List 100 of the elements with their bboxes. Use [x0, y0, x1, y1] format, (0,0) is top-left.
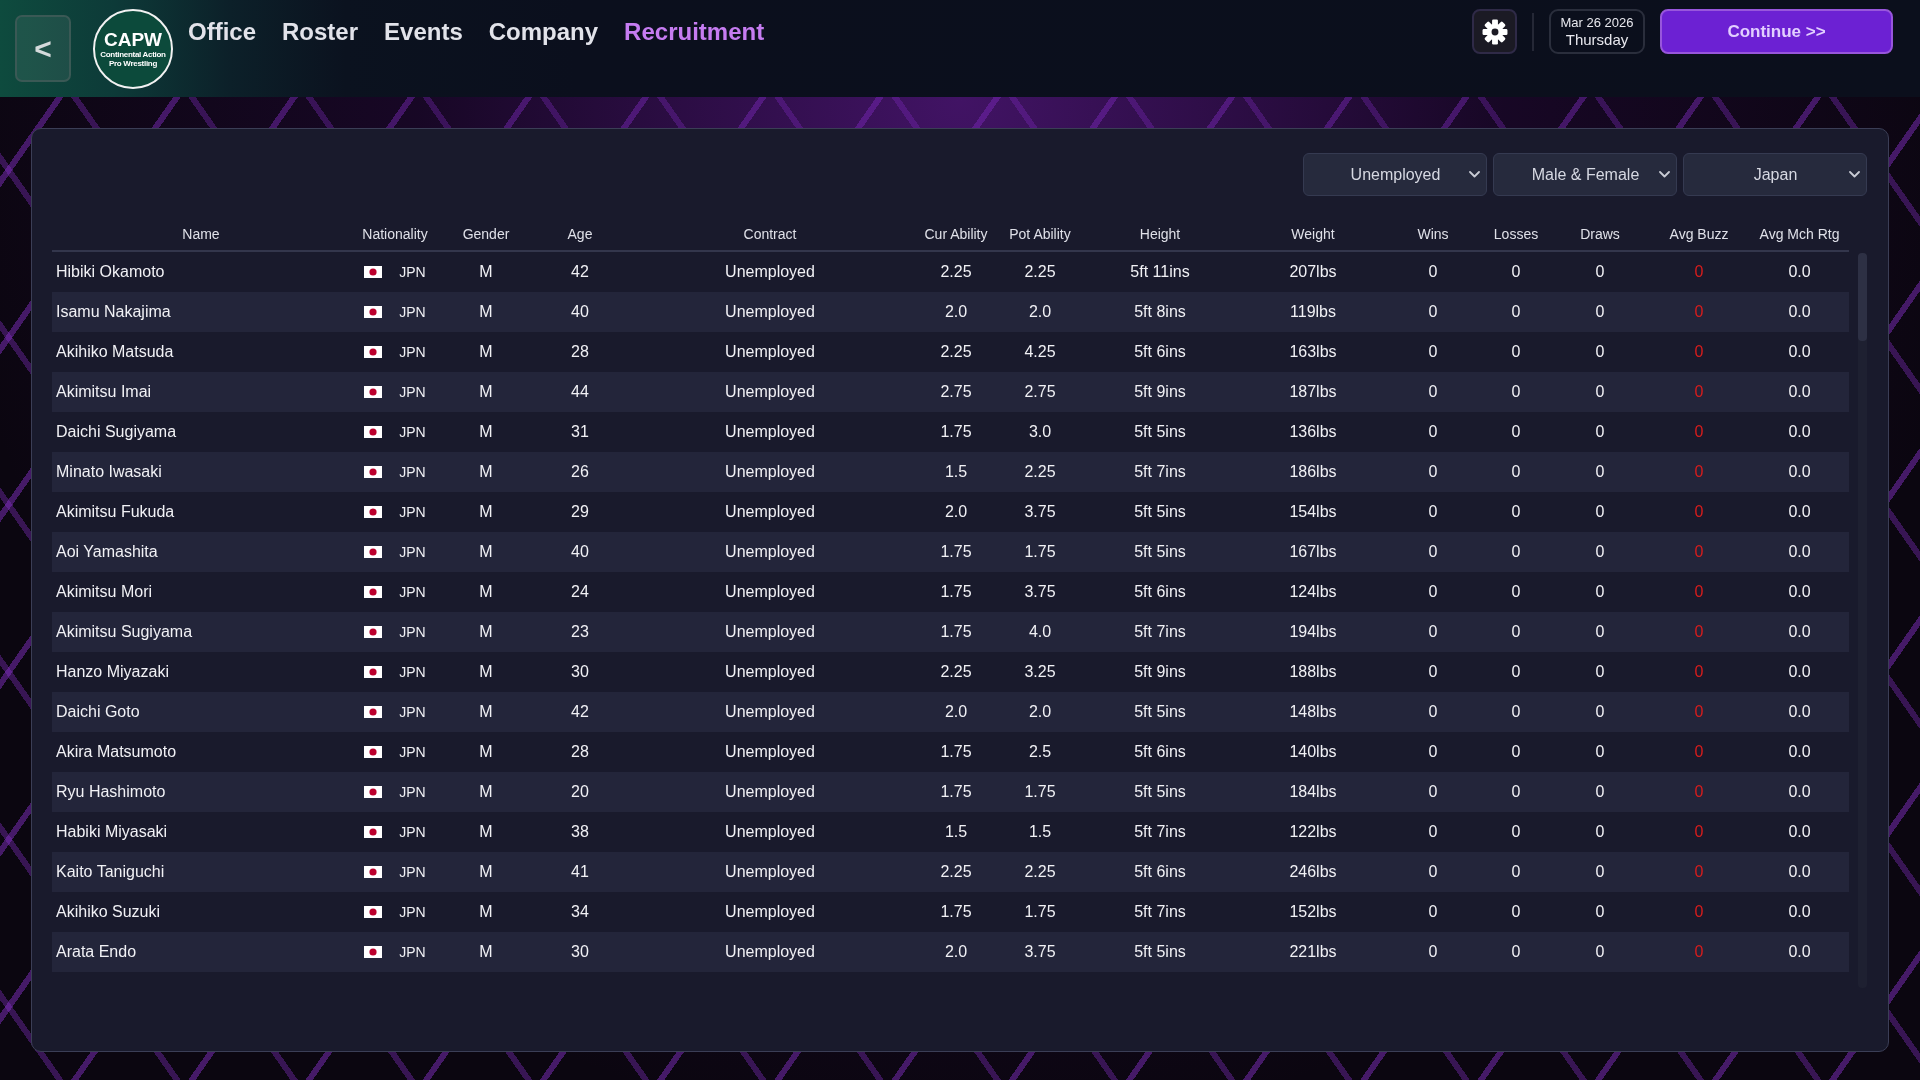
table-cell: 0 — [1511, 423, 1521, 441]
table-row[interactable]: Ryu Hashimoto JPN M 20 Unemployed 1.75 1.75 5ft 5ins 184lbs 0 0 0 0 0.0 — [52, 772, 1849, 812]
chevron-down-icon — [1849, 171, 1860, 178]
table-cell: 40 — [571, 303, 589, 321]
logo-subtitle: Continental Action Pro Wrestling — [99, 50, 167, 68]
table-cell: 0 — [1428, 943, 1438, 961]
table-cell: 0.0 — [1788, 343, 1811, 361]
flag-icon — [364, 386, 383, 398]
table-row[interactable]: Akimitsu Imai JPN M 44 Unemployed 2.75 2.75 5ft 9ins 187lbs 0 0 0 0 0.0 — [52, 372, 1849, 412]
flag-icon — [364, 866, 383, 878]
table-cell: 124lbs — [1289, 583, 1337, 601]
table-cell: 1.75 — [940, 783, 972, 801]
table-cell: 5ft 5ins — [1134, 703, 1186, 721]
scrollbar[interactable] — [1858, 253, 1867, 988]
table-cell: 3.75 — [1024, 503, 1056, 521]
column-header[interactable]: Contract — [743, 226, 797, 242]
column-header[interactable]: Wins — [1417, 226, 1449, 242]
flag-icon — [364, 466, 383, 478]
table-cell: 0 — [1428, 583, 1438, 601]
table-cell: 1.75 — [1024, 543, 1056, 561]
table-cell: 41 — [571, 863, 589, 881]
flag-icon — [364, 666, 383, 678]
table-cell: 0 — [1428, 663, 1438, 681]
table-row[interactable]: Arata Endo JPN M 30 Unemployed 2.0 3.75 5ft 5ins 221lbs 0 0 0 0 0.0 — [52, 932, 1849, 972]
table-cell: 0 — [1694, 623, 1704, 641]
back-button[interactable]: < — [15, 15, 71, 82]
table-cell: 0 — [1428, 783, 1438, 801]
table-cell: 188lbs — [1289, 663, 1337, 681]
table-cell: 0 — [1595, 423, 1605, 441]
table-cell: JPN — [399, 344, 426, 360]
column-header[interactable]: Weight — [1291, 226, 1335, 242]
table-cell: Isamu Nakajima — [56, 303, 171, 321]
table-row[interactable]: Isamu Nakajima JPN M 40 Unemployed 2.0 2.0 5ft 8ins 119lbs 0 0 0 0 0.0 — [52, 292, 1849, 332]
table-row[interactable]: Akimitsu Sugiyama JPN M 23 Unemployed 1.75 4.0 5ft 7ins 194lbs 0 0 0 0 0.0 — [52, 612, 1849, 652]
column-header[interactable]: Age — [567, 226, 593, 242]
table-cell: 38 — [571, 823, 589, 841]
table-cell: 3.75 — [1024, 943, 1056, 961]
table-row[interactable]: Kaito Taniguchi JPN M 41 Unemployed 2.25 2.25 5ft 6ins 246lbs 0 0 0 0 0.0 — [52, 852, 1849, 892]
table-cell: 1.75 — [1024, 783, 1056, 801]
column-header[interactable]: Name — [182, 226, 220, 242]
table-cell: 5ft 5ins — [1134, 543, 1186, 561]
table-cell: 0 — [1511, 383, 1521, 401]
table-row[interactable]: Aoi Yamashita JPN M 40 Unemployed 1.75 1.75 5ft 5ins 167lbs 0 0 0 0 0.0 — [52, 532, 1849, 572]
table-cell: 0 — [1694, 383, 1704, 401]
table-cell: 5ft 5ins — [1134, 423, 1186, 441]
table-cell: 2.25 — [1024, 463, 1056, 481]
table-row[interactable]: Daichi Goto JPN M 42 Unemployed 2.0 2.0 5ft 5ins 148lbs 0 0 0 0 0.0 — [52, 692, 1849, 732]
filter-dropdown[interactable]: Unemployed — [1303, 153, 1487, 196]
column-header[interactable]: Avg Buzz — [1669, 226, 1729, 242]
column-header[interactable]: Height — [1139, 226, 1181, 242]
nav-tab[interactable]: Company — [488, 17, 599, 47]
table-cell: 0 — [1595, 783, 1605, 801]
chevron-down-icon — [1469, 171, 1480, 178]
table-cell: Akimitsu Imai — [56, 383, 152, 401]
table-cell: 2.75 — [940, 383, 972, 401]
table-cell: 0 — [1694, 423, 1704, 441]
table-row[interactable]: Minato Iwasaki JPN M 26 Unemployed 1.5 2.25 5ft 7ins 186lbs 0 0 0 0 0.0 — [52, 452, 1849, 492]
table-cell: JPN — [399, 584, 426, 600]
filter-dropdown[interactable]: Male & Female — [1493, 153, 1677, 196]
column-header[interactable]: Cur Ability — [924, 226, 988, 242]
table-cell: 0 — [1595, 383, 1605, 401]
column-header[interactable]: Pot Ability — [1009, 226, 1071, 242]
nav-tab[interactable]: Roster — [282, 17, 359, 47]
table-cell: 122lbs — [1289, 823, 1337, 841]
flag-icon — [364, 546, 383, 558]
table-cell: 167lbs — [1289, 543, 1337, 561]
settings-button[interactable] — [1472, 9, 1517, 54]
table-cell: 1.75 — [1024, 903, 1056, 921]
table-cell: Unemployed — [725, 663, 815, 681]
table-cell: 0 — [1511, 583, 1521, 601]
table-cell: 0 — [1428, 543, 1438, 561]
table-cell: 2.0 — [1028, 703, 1052, 721]
table-cell: 0.0 — [1788, 943, 1811, 961]
table-cell: Daichi Sugiyama — [56, 423, 177, 441]
table-cell: 40 — [571, 543, 589, 561]
nav-tab[interactable]: Events — [384, 17, 463, 47]
table-cell: 28 — [571, 743, 589, 761]
table-cell: 5ft 11ins — [1130, 263, 1190, 281]
table-cell: 119lbs — [1290, 303, 1336, 321]
table-cell: Aoi Yamashita — [56, 543, 158, 561]
continue-button[interactable]: Continue >> — [1660, 9, 1893, 54]
table-cell: JPN — [399, 664, 426, 680]
table-cell: 0 — [1428, 303, 1438, 321]
column-header[interactable]: Losses — [1493, 226, 1539, 242]
table-cell: 221lbs — [1289, 943, 1337, 961]
nav-tab[interactable]: Recruitment — [624, 17, 765, 47]
table-cell: M — [479, 343, 493, 361]
filter-dropdown[interactable]: Japan — [1683, 153, 1867, 196]
column-header[interactable]: Nationality — [362, 226, 428, 242]
table-cell: 194lbs — [1289, 623, 1337, 641]
table-cell: 0 — [1511, 543, 1521, 561]
column-header[interactable]: Gender — [462, 226, 510, 242]
column-header[interactable]: Draws — [1580, 226, 1620, 242]
table-cell: 152lbs — [1289, 903, 1337, 921]
table-cell: 0 — [1511, 343, 1521, 361]
table-cell: 2.25 — [940, 343, 972, 361]
nav-tab[interactable]: Office — [188, 17, 256, 47]
table-cell: 2.75 — [1024, 383, 1056, 401]
column-header[interactable]: Avg Mch Rtg — [1759, 226, 1840, 242]
table-cell: 34 — [571, 903, 589, 921]
